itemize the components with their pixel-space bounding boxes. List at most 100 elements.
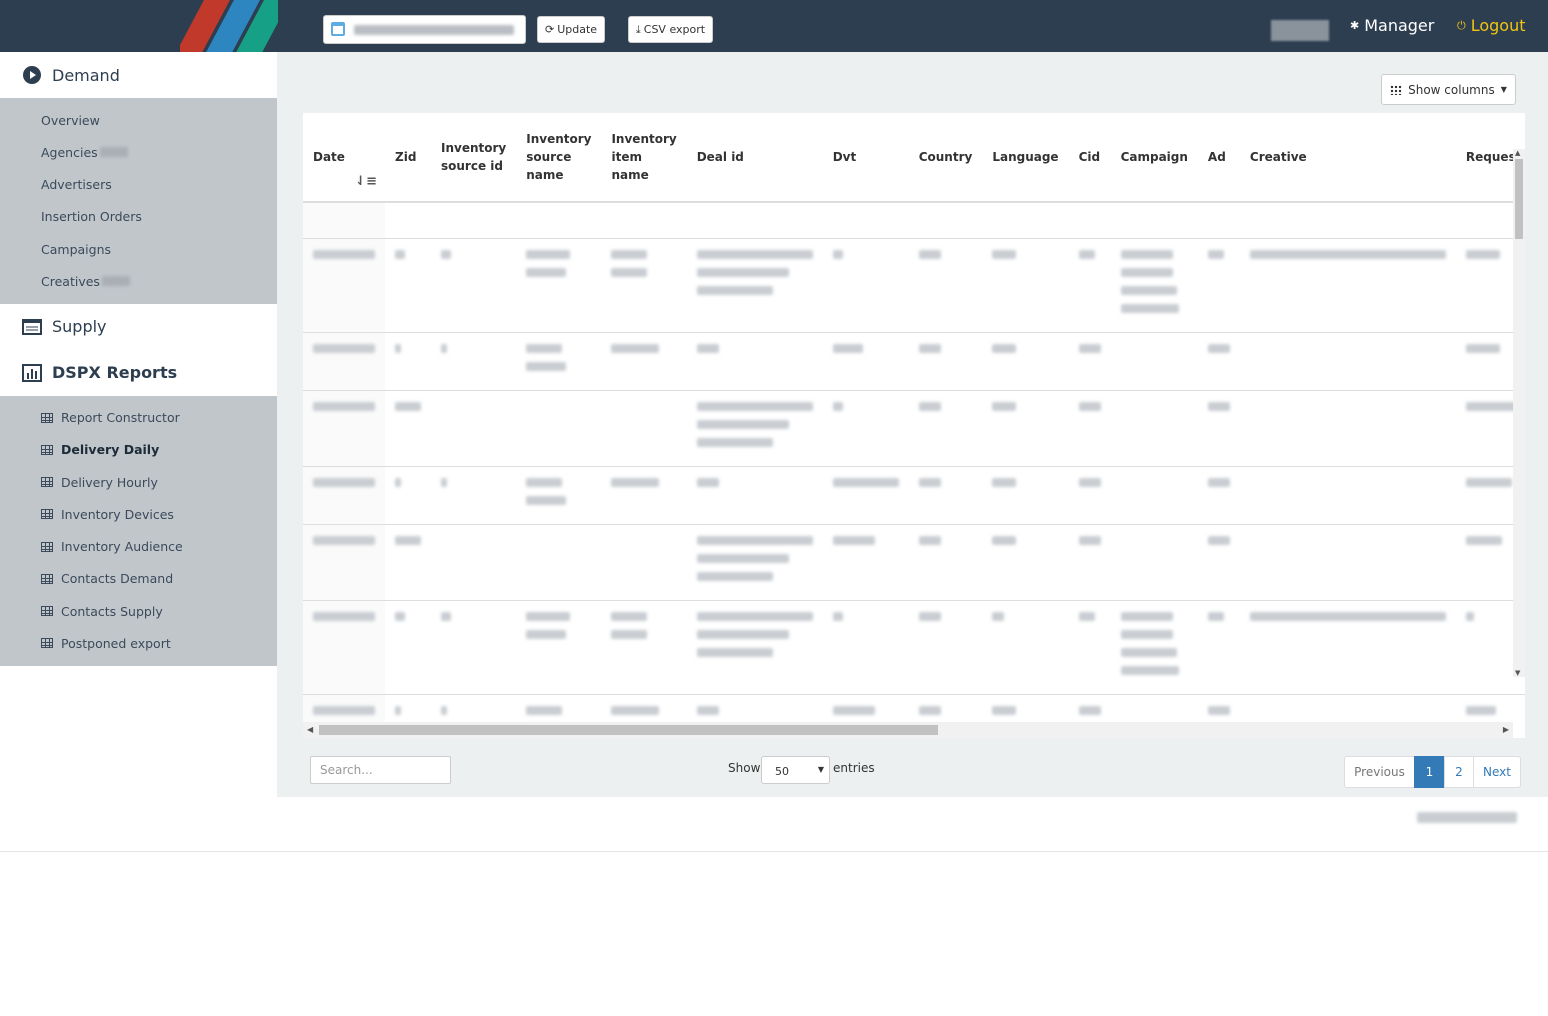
vertical-scrollbar[interactable]: ▲ ▼ xyxy=(1513,149,1525,677)
column-header-zid[interactable]: Zid xyxy=(385,113,431,203)
download-icon: ⤓ xyxy=(635,22,641,36)
redacted-value xyxy=(992,705,1017,715)
manager-menu[interactable]: ✱ Manager xyxy=(1350,16,1434,35)
redacted-value xyxy=(611,249,648,259)
redacted-value xyxy=(696,553,789,563)
redacted-value xyxy=(1207,611,1224,621)
redacted-value xyxy=(918,611,941,621)
sidebar-item-postponed-export[interactable]: Postponed export xyxy=(0,627,277,659)
update-button[interactable]: ⟳ Update xyxy=(537,16,605,43)
redacted-value xyxy=(992,343,1017,353)
column-header-inventory-source-id[interactable]: Inventory source id xyxy=(431,113,517,203)
refresh-icon: ⟳ xyxy=(544,23,555,36)
horizontal-scrollbar[interactable]: ◀ ▶ xyxy=(303,722,1513,738)
redacted-value xyxy=(918,249,941,259)
table-cell-redacted xyxy=(908,389,983,466)
redacted-value xyxy=(526,361,567,371)
sidebar-item-insertion-orders[interactable]: Insertion Orders xyxy=(0,201,277,233)
pagination-page-1[interactable]: 1 xyxy=(1414,756,1445,788)
table-row xyxy=(303,523,1525,600)
redacted-value xyxy=(1120,647,1177,657)
table-cell-redacted xyxy=(1110,465,1198,524)
show-columns-button[interactable]: Show columns ▼ xyxy=(1381,74,1516,105)
table-cell-redacted xyxy=(1197,331,1240,390)
redacted-value xyxy=(1120,611,1173,621)
redacted-value xyxy=(1120,267,1173,277)
column-header-ad[interactable]: Ad xyxy=(1197,113,1240,203)
sidebar-section-demand[interactable]: Demand xyxy=(0,52,277,98)
redacted-value xyxy=(526,343,563,353)
sidebar-item-campaigns[interactable]: Campaigns xyxy=(0,233,277,265)
table-cell-redacted xyxy=(982,523,1069,600)
table-cell-redacted xyxy=(601,465,687,524)
table-cell-redacted xyxy=(1110,389,1198,466)
sidebar-item-contacts-supply[interactable]: Contacts Supply xyxy=(0,595,277,627)
table-cell-redacted xyxy=(516,389,602,466)
table-cell-redacted xyxy=(1068,331,1111,390)
column-header-language[interactable]: Language xyxy=(982,113,1069,203)
date-range-picker[interactable] xyxy=(323,15,526,44)
redacted-value xyxy=(441,477,447,487)
sidebar-item-overview[interactable]: Overview xyxy=(0,104,277,136)
redacted-value xyxy=(832,477,899,487)
logout-link[interactable]: ⏻ Logout xyxy=(1457,16,1525,35)
redacted-value xyxy=(526,705,563,715)
pagination-page-2[interactable]: 2 xyxy=(1444,756,1474,788)
column-header-cid[interactable]: Cid xyxy=(1068,113,1111,203)
sidebar-item-report-constructor[interactable]: Report Constructor xyxy=(0,402,277,434)
column-header-dvt[interactable]: Dvt xyxy=(822,113,909,203)
sidebar-item-inventory-audience[interactable]: Inventory Audience xyxy=(0,531,277,563)
column-header-campaign[interactable]: Campaign xyxy=(1110,113,1198,203)
play-circle-icon xyxy=(22,66,42,84)
redacted-value xyxy=(696,285,773,295)
table-cell-redacted xyxy=(601,389,687,466)
table-search-input[interactable]: Search... xyxy=(310,756,451,784)
count-badge-redacted xyxy=(99,147,128,158)
page-length-select[interactable]: 50 ▼ xyxy=(761,756,830,784)
pagination-previous[interactable]: Previous xyxy=(1344,756,1415,788)
scroll-left-arrow-icon[interactable]: ◀ xyxy=(307,725,313,734)
redacted-value xyxy=(832,611,843,621)
column-header-inventory-item-name[interactable]: Inventory item name xyxy=(601,113,687,203)
redacted-value xyxy=(611,705,660,715)
column-header-deal-id[interactable]: Deal id xyxy=(686,113,823,203)
table-cell-redacted xyxy=(1197,599,1240,694)
scroll-down-arrow-icon[interactable]: ▼ xyxy=(1515,669,1520,677)
sidebar-item-delivery-hourly[interactable]: Delivery Hourly xyxy=(0,466,277,498)
scroll-up-arrow-icon[interactable]: ▲ xyxy=(1515,149,1520,157)
column-header-country[interactable]: Country xyxy=(908,113,983,203)
table-spacer-row xyxy=(303,202,1525,238)
csv-export-button[interactable]: ⤓ CSV export xyxy=(628,16,713,43)
sidebar-item-inventory-devices[interactable]: Inventory Devices xyxy=(0,498,277,530)
pagination-next[interactable]: Next xyxy=(1473,756,1521,788)
sidebar-item-delivery-daily[interactable]: Delivery Daily xyxy=(0,434,277,466)
table-cell-redacted xyxy=(686,599,823,694)
redacted-value xyxy=(441,343,447,353)
redacted-value xyxy=(1207,401,1230,411)
table-cell-redacted xyxy=(516,237,602,332)
scroll-right-arrow-icon[interactable]: ▶ xyxy=(1503,725,1509,734)
horizontal-scroll-thumb[interactable] xyxy=(319,725,938,735)
redacted-value xyxy=(1120,665,1179,675)
table-cell-redacted xyxy=(516,465,602,524)
redacted-value xyxy=(992,477,1017,487)
brand-logo[interactable] xyxy=(180,0,278,52)
table-row xyxy=(303,465,1525,524)
sidebar-section-dspx-reports[interactable]: DSPX Reports xyxy=(0,349,277,396)
sidebar-item-creatives[interactable]: Creatives xyxy=(0,265,277,297)
table-cell-redacted xyxy=(686,331,823,390)
table-cell-redacted xyxy=(822,523,909,600)
column-header-creative[interactable]: Creative xyxy=(1239,113,1456,203)
vertical-scroll-thumb[interactable] xyxy=(1515,159,1523,239)
sidebar-item-advertisers[interactable]: Advertisers xyxy=(0,169,277,201)
sort-descending-icon[interactable]: ⇃≡ xyxy=(355,173,377,191)
sidebar-item-agencies[interactable]: Agencies xyxy=(0,136,277,168)
redacted-value xyxy=(1207,705,1230,715)
column-header-inventory-source-name[interactable]: Inventory source name xyxy=(516,113,602,203)
column-header-date[interactable]: Date ⇃≡ xyxy=(303,113,385,203)
sidebar-section-supply[interactable]: Supply xyxy=(0,303,277,350)
table-icon xyxy=(41,509,53,520)
table-cell-redacted xyxy=(385,599,431,694)
sidebar-item-contacts-demand[interactable]: Contacts Demand xyxy=(0,563,277,595)
table-cell-redacted xyxy=(303,599,385,694)
